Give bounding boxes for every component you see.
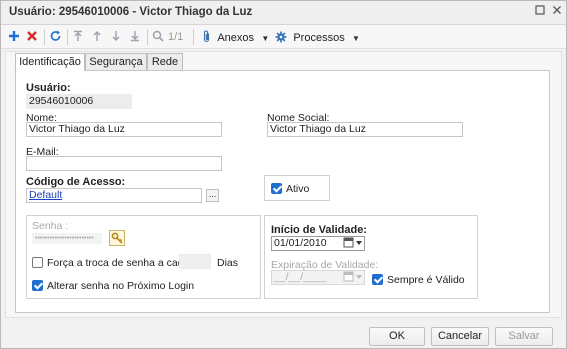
email-field[interactable] — [26, 156, 222, 171]
alterar-senha-label: Alterar senha no Próximo Login — [47, 280, 195, 292]
sempre-valido-checkbox[interactable] — [372, 274, 383, 285]
codigo-acesso-link[interactable]: Default — [29, 189, 62, 201]
tab-content: Usuário: 29546010006 Nome: Victor Thiago… — [15, 70, 550, 313]
dias-field[interactable] — [179, 254, 211, 269]
ativo-group: Ativo — [264, 175, 330, 201]
forca-troca-checkbox[interactable] — [32, 257, 43, 268]
dias-label: Dias — [217, 257, 239, 269]
save-button[interactable]: Salvar — [495, 327, 553, 346]
calendar-dropdown-icon[interactable] — [343, 237, 363, 252]
password-key-icon[interactable] — [109, 230, 125, 249]
inicio-validade-label: Início de Validade: — [271, 224, 367, 236]
next-record-icon[interactable] — [110, 29, 122, 45]
nome-field[interactable]: Victor Thiago da Luz — [26, 122, 222, 137]
chevron-down-icon: ▼ — [352, 34, 360, 43]
lookup-button[interactable]: ... — [206, 189, 219, 202]
anexos-menu[interactable]: Anexos ▼ — [202, 29, 269, 45]
toolbar-separator — [147, 29, 148, 45]
forca-troca-label: Força a troca de senha a cada — [47, 257, 190, 269]
last-record-icon[interactable] — [129, 29, 141, 45]
cancel-button[interactable]: Cancelar — [431, 327, 489, 346]
window-title: Usuário: 29546010006 - Victor Thiago da … — [9, 6, 253, 18]
paperclip-icon — [202, 30, 211, 44]
anexos-label: Anexos — [217, 32, 255, 44]
tab-rede[interactable]: Rede — [147, 53, 183, 70]
alterar-senha-checkbox[interactable] — [32, 280, 43, 291]
senha-field[interactable]: •••••••••••••••••••••••• — [32, 233, 102, 244]
search-icon[interactable] — [152, 29, 164, 45]
gear-icon — [275, 30, 287, 44]
close-icon[interactable] — [550, 5, 564, 19]
first-record-icon[interactable] — [72, 29, 84, 45]
codigo-acesso-field[interactable]: Default — [26, 188, 202, 203]
senha-group: Senha : •••••••••••••••••••••••• Força a… — [26, 215, 261, 299]
tab-seguranca[interactable]: Segurança — [85, 53, 147, 70]
usuario-label: Usuário: — [26, 82, 71, 94]
senha-label: Senha : — [32, 220, 69, 232]
user-dialog-window: Usuário: 29546010006 - Victor Thiago da … — [0, 0, 567, 349]
toolbar-separator — [44, 29, 45, 45]
usuario-field: 29546010006 — [26, 94, 132, 109]
toolbar: 1/1 Anexos ▼ Processos ▼ — [1, 25, 566, 49]
chevron-down-icon: ▼ — [261, 34, 270, 43]
inicio-validade-value: 01/01/2010 — [274, 237, 327, 249]
expiracao-validade-value: __/__/____ — [274, 271, 327, 283]
tab-identificacao[interactable]: Identificação — [15, 53, 85, 71]
ativo-checkbox[interactable] — [271, 183, 282, 194]
delete-icon[interactable] — [26, 29, 38, 45]
sempre-valido-label: Sempre é Válido — [387, 274, 465, 286]
restore-icon[interactable] — [533, 5, 547, 19]
validade-group: Início de Validade: 01/01/2010 Expiração… — [264, 215, 478, 299]
add-icon[interactable] — [8, 29, 20, 45]
title-bar: Usuário: 29546010006 - Victor Thiago da … — [1, 1, 566, 25]
ok-button[interactable]: OK — [369, 327, 425, 346]
refresh-icon[interactable] — [49, 29, 62, 45]
processos-menu[interactable]: Processos ▼ — [275, 29, 360, 45]
calendar-dropdown-icon[interactable] — [343, 271, 363, 286]
codigo-acesso-label: Código de Acesso: — [26, 176, 126, 188]
nome-social-field[interactable]: Victor Thiago da Luz — [267, 122, 463, 137]
processos-label: Processos — [293, 32, 345, 44]
page-indicator: 1/1 — [168, 31, 184, 43]
previous-record-icon[interactable] — [91, 29, 103, 45]
ativo-label: Ativo — [286, 183, 310, 195]
toolbar-separator — [67, 29, 68, 45]
toolbar-separator — [193, 29, 194, 45]
